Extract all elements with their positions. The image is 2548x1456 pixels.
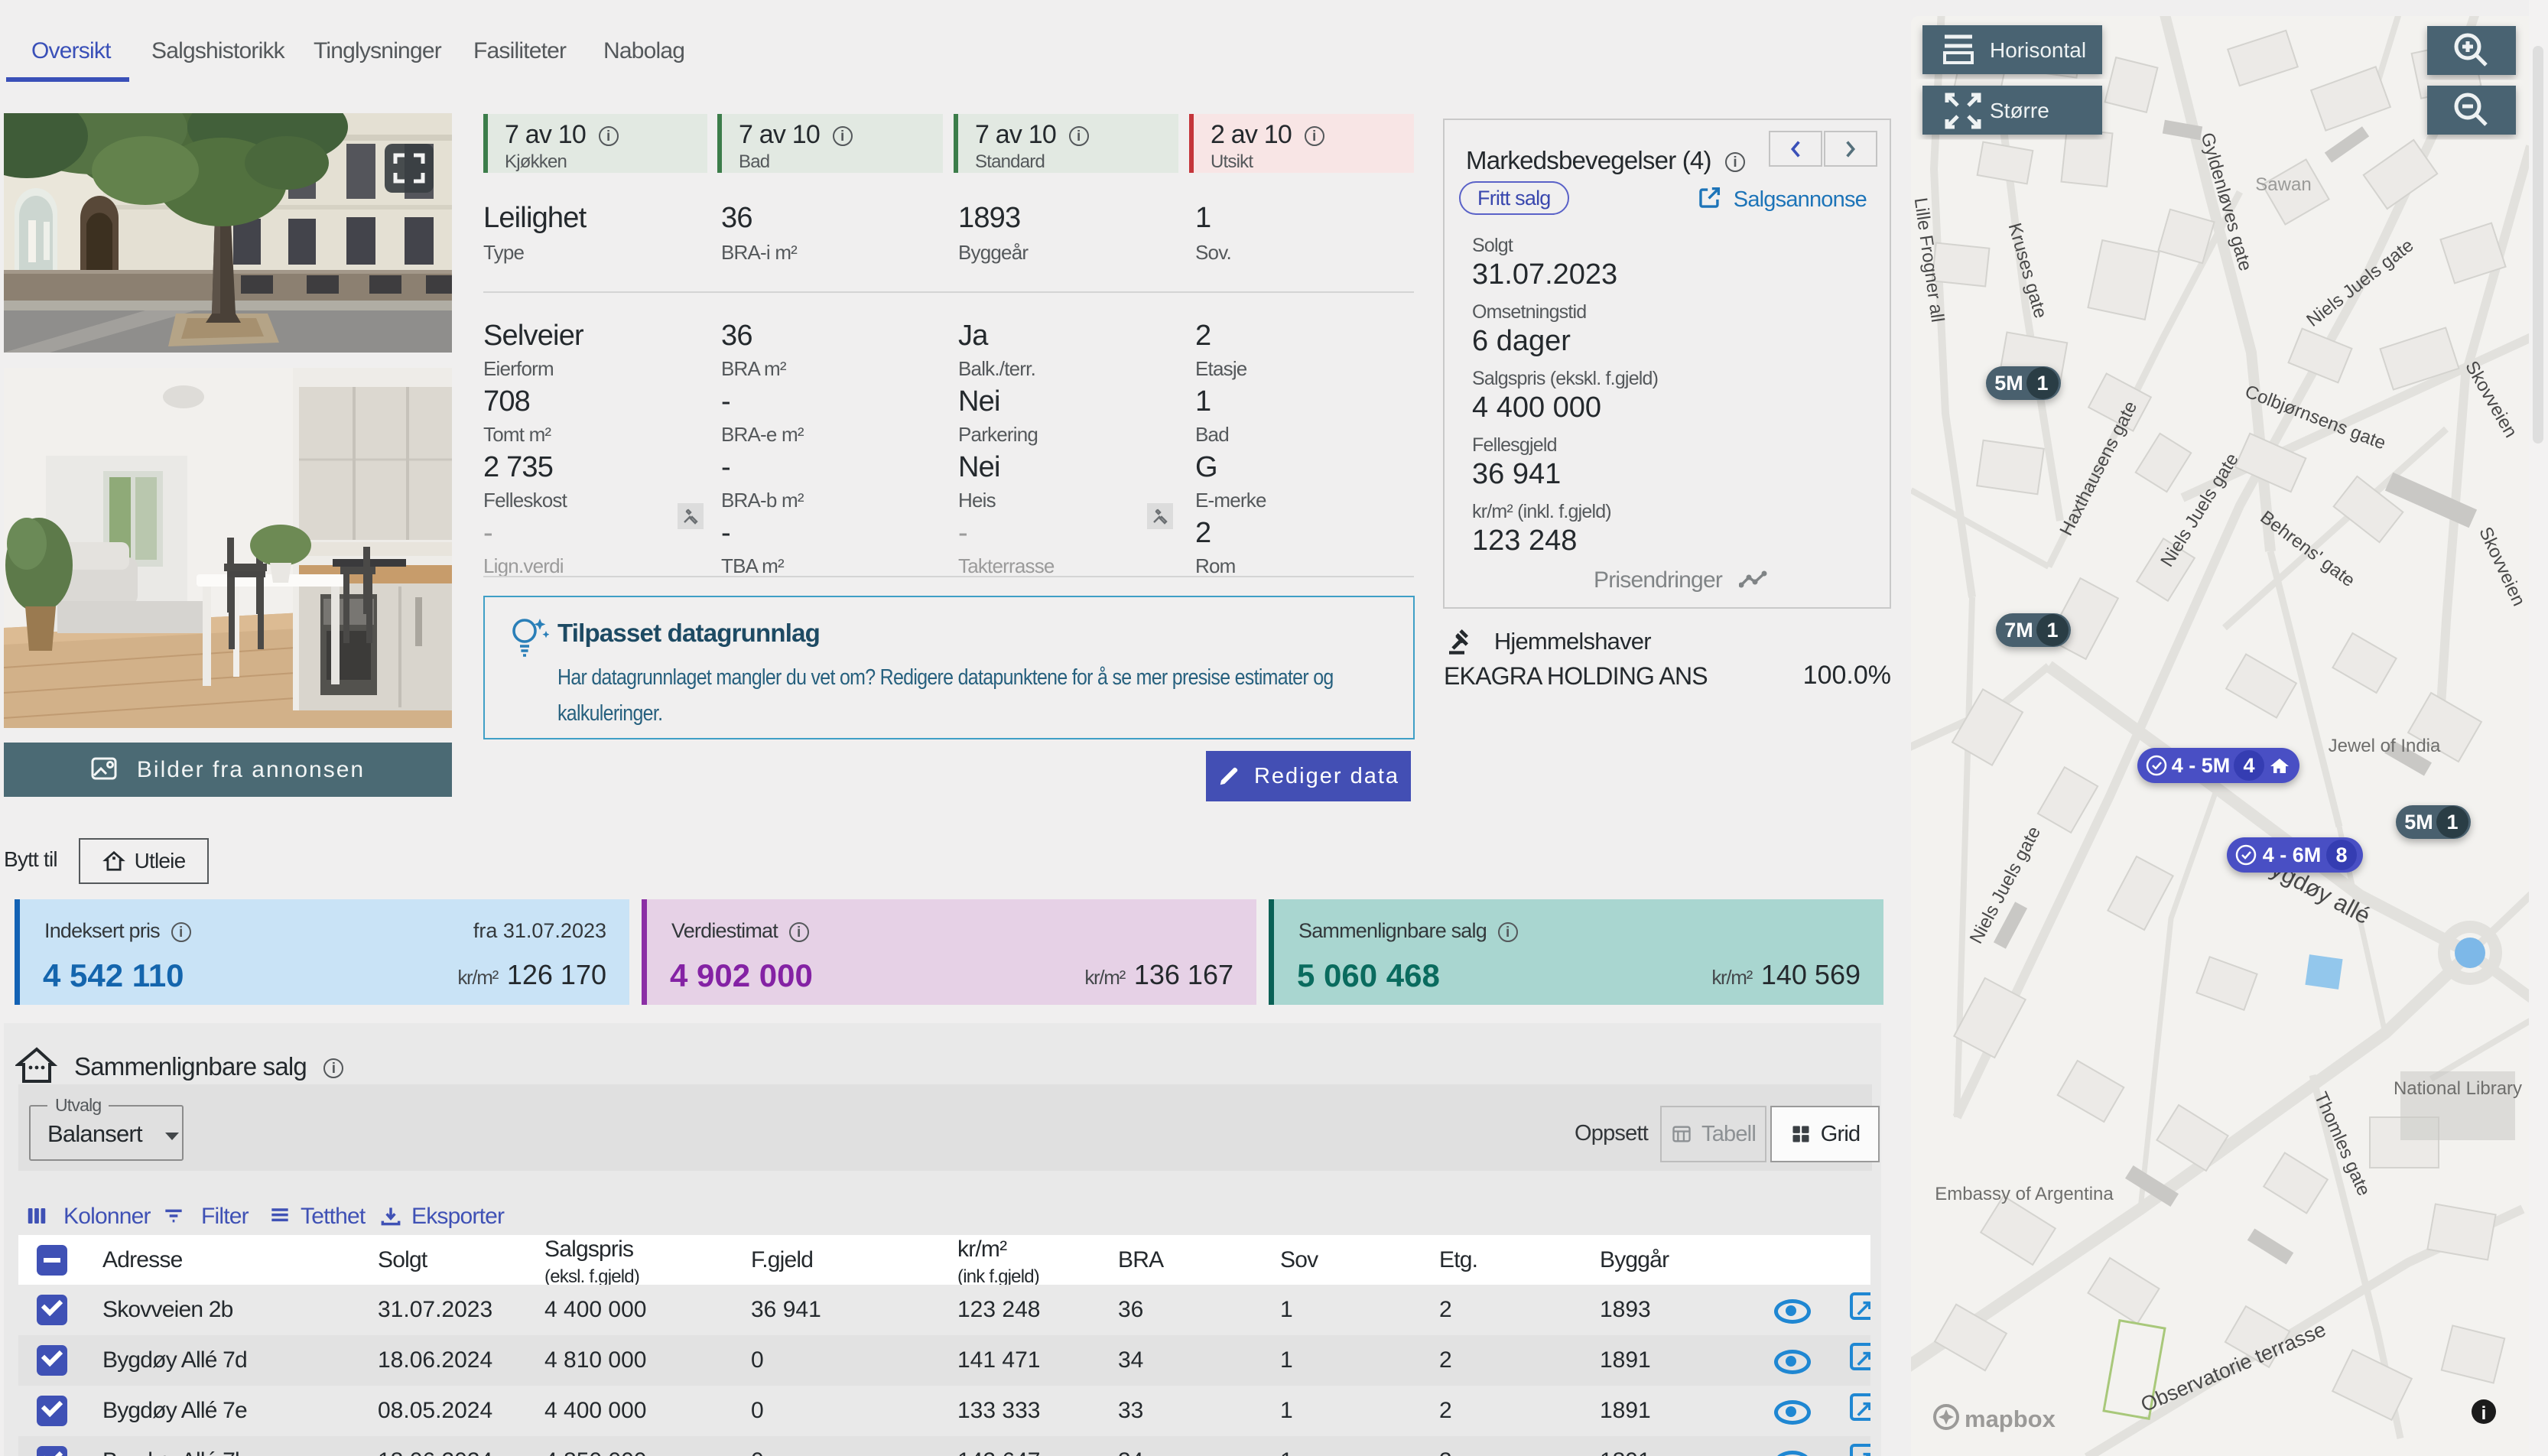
svg-text:7M: 7M [2004,619,2033,642]
svg-text:Embassy of Argentina: Embassy of Argentina [1935,1184,2114,1204]
svg-text:Sawan: Sawan [2255,174,2311,195]
svg-text:i: i [2481,1403,2487,1424]
svg-text:4 - 5M: 4 - 5M [2172,754,2231,777]
svg-text:8: 8 [2335,843,2347,866]
svg-text:1: 1 [2036,372,2048,395]
svg-text:National Library: National Library [2394,1078,2522,1099]
svg-text:Større: Større [1990,99,2049,122]
svg-text:5M: 5M [2404,811,2433,834]
svg-text:1: 1 [2046,619,2058,642]
svg-text:Horisontal: Horisontal [1990,38,2086,62]
svg-text:mapbox: mapbox [1965,1406,2056,1432]
svg-text:4 - 6M: 4 - 6M [2263,843,2322,866]
svg-text:5M: 5M [1994,372,2023,395]
svg-text:1: 1 [2446,811,2458,834]
svg-text:Jewel of India: Jewel of India [2329,736,2441,756]
svg-text:4: 4 [2243,754,2254,777]
